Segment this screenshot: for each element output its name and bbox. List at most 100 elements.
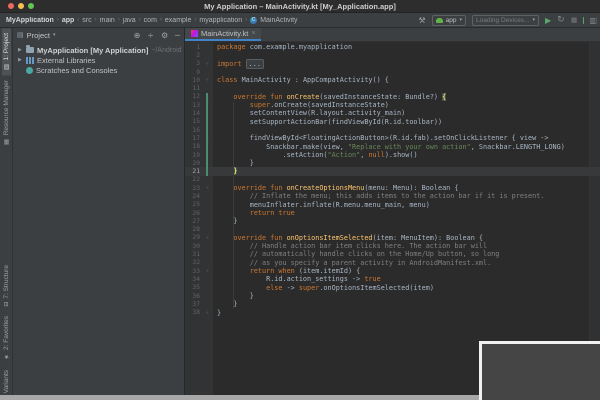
scratch-icon [26,67,33,74]
code-text: super.onCreate(savedInstanceState) [213,101,389,109]
code-line[interactable]: 37 } [185,300,600,308]
fold-marker-icon[interactable]: ∘ [202,76,213,84]
stripe-item-1-project[interactable]: ▤1: Project [2,28,11,75]
breadcrumb-item[interactable]: main [100,17,115,24]
code-line[interactable]: 14 setContentView(R.layout.activity_main… [185,109,600,117]
breadcrumb-item[interactable]: example [165,17,191,24]
profiler-icon[interactable]: ▥ [589,15,597,26]
tree-item-path: ~/Android [151,47,181,54]
line-number: 27 [185,218,202,225]
code-line[interactable]: 18 Snackbar.make(view, "Replace with you… [185,143,600,151]
locate-file-icon[interactable]: ⊕ [134,31,141,40]
stripe-item-resource-manager[interactable]: ▦Resource Manager [2,75,11,150]
stripe-item-2-favorites[interactable]: ★2: Favorites [2,311,11,365]
code-line[interactable]: 16 [185,126,600,134]
code-text: Snackbar.make(view, "Replace with your o… [213,143,565,151]
code-line[interactable]: 35 else -> super.onOptionsItemSelected(i… [185,284,600,292]
code-line[interactable]: 28 [185,226,600,234]
expand-arrow-icon[interactable]: ▶ [18,57,23,63]
settings-icon[interactable]: ⚙ [161,31,168,40]
run-icon[interactable]: ▶ [545,15,551,26]
breadcrumb-separator: › [77,17,79,23]
scope-highlight-bar [206,93,208,176]
device-selector[interactable]: Loading Devices... ▾ [472,15,539,26]
line-number: 37 [185,301,202,308]
code-line[interactable]: 25 menuInflater.inflate(R.menu.menu_main… [185,201,600,209]
breadcrumb-item[interactable]: java [123,17,136,24]
project-panel-title[interactable]: Project [27,31,50,40]
code-text: else -> super.onOptionsItemSelected(item… [213,284,434,292]
code-line[interactable]: 27 } [185,217,600,225]
run-toolbar: ⚒ app ▾ Loading Devices... ▾ ▶ ↻ ■ ▥ [418,15,600,26]
fold-marker-icon[interactable]: ∘ [202,184,213,192]
line-number: 38 [185,309,202,316]
stripe-item-build-variants[interactable]: Build Variants [2,365,11,395]
code-line[interactable]: 29∘ override fun onOptionsItemSelected(i… [185,234,600,242]
code-text: // Inflate the menu; this adds items to … [213,192,544,200]
tree-item-scratches-and-consoles[interactable]: Scratches and Consoles [13,65,184,75]
code-line[interactable]: 3∘import ... [185,60,600,68]
tab-mainactivity[interactable]: MainActivity.kt × [185,28,261,41]
close-tab-icon[interactable]: × [251,30,255,37]
code-line[interactable]: 9 [185,68,600,76]
line-number: 15 [185,118,202,125]
code-text: menuInflater.inflate(R.menu.menu_main, m… [213,201,430,209]
code-text: setContentView(R.layout.activity_main) [213,109,405,117]
breadcrumb-item[interactable]: MyApplication [6,17,54,24]
line-number: 9 [185,69,202,76]
collapse-all-icon[interactable]: ÷ [147,31,154,40]
code-text: } [213,309,221,317]
breadcrumb-item[interactable]: myapplication [199,17,242,24]
run-configuration-select[interactable]: app ▾ [432,15,466,26]
line-number: 11 [185,85,202,92]
code-line[interactable]: 36 } [185,292,600,300]
line-number: 30 [185,243,202,250]
code-line[interactable]: 31 // automatically handle clicks on the… [185,250,600,258]
code-line[interactable]: 34 R.id.action_settings -> true [185,275,600,283]
line-number: 29 [185,234,202,241]
code-line[interactable]: 17∘ findViewById<FloatingActionButton>(R… [185,134,600,142]
fold-marker-icon[interactable]: ∘ [202,234,213,242]
code-line[interactable]: 23∘ override fun onCreateOptionsMenu(men… [185,184,600,192]
line-number: 31 [185,251,202,258]
code-text: class MainActivity : AppCompatActivity()… [213,76,389,84]
code-line[interactable]: 20 } [185,159,600,167]
expand-arrow-icon[interactable]: ▶ [18,47,23,53]
code-line[interactable]: 30 // Handle action bar item clicks here… [185,242,600,250]
code-line[interactable]: 11 [185,84,600,92]
code-line[interactable]: 24 // Inflate the menu; this adds items … [185,192,600,200]
code-line[interactable]: 22 [185,176,600,184]
breadcrumb-item[interactable]: com [144,17,157,24]
breadcrumb-item[interactable]: src [82,17,91,24]
breadcrumb-item[interactable]: app [62,17,74,24]
code-line[interactable]: 38∘} [185,309,600,317]
device-selector-label: Loading Devices... [476,17,529,24]
line-number: 34 [185,276,202,283]
hide-panel-icon[interactable]: ─ [175,31,180,40]
tree-item-external-libraries[interactable]: ▶External Libraries [13,55,184,65]
fold-marker-icon[interactable]: ∘ [202,309,213,317]
tree-item-myapplication-my-application-[interactable]: ▶MyApplication [My Application] ~/Androi… [13,45,184,55]
code-line[interactable]: 32 // as you specify a parent activity i… [185,259,600,267]
apply-changes-icon[interactable]: ↻ [557,15,565,26]
code-line[interactable]: 21∘ } [185,167,600,175]
line-number: 22 [185,176,202,183]
fold-marker-icon[interactable]: ∘ [202,267,213,275]
code-line[interactable]: 1package com.example.myapplication [185,43,600,51]
stripe-item-7-structure[interactable]: ⊟7: Structure [2,260,11,312]
code-text: // Handle action bar item clicks here. T… [213,242,487,250]
code-line[interactable]: 10∘class MainActivity : AppCompatActivit… [185,76,600,84]
stop-icon[interactable]: ■ [571,15,578,26]
fold-marker-icon[interactable]: ∘ [202,60,213,68]
code-line[interactable]: 19 .setAction("Action", null).show() [185,151,600,159]
line-number: 13 [185,102,202,109]
code-line[interactable]: 26 return true [185,209,600,217]
code-line[interactable]: 13 super.onCreate(savedInstanceState) [185,101,600,109]
line-number: 14 [185,110,202,117]
build-hammer-icon[interactable]: ⚒ [418,15,425,26]
code-line[interactable]: 33∘ return when (item.itemId) { [185,267,600,275]
breadcrumb-item[interactable]: MainActivity [260,17,297,24]
code-line[interactable]: 12∘ override fun onCreate(savedInstanceS… [185,93,600,101]
code-line[interactable]: 15 setSupportActionBar(findViewById(R.id… [185,118,600,126]
code-text: override fun onCreateOptionsMenu(menu: M… [213,184,458,192]
